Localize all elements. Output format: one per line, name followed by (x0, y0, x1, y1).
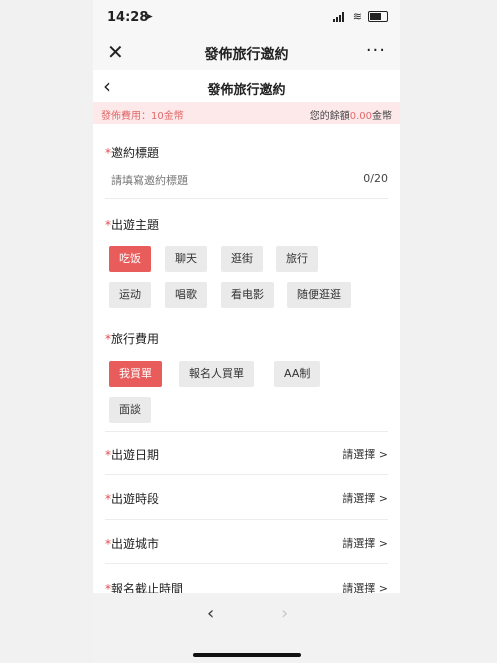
divider (105, 563, 388, 564)
divider (105, 431, 388, 432)
cost-label: *旅行費用 (105, 332, 160, 346)
page-title: 發佈旅行邀約 (207, 83, 286, 98)
location-arrow-icon: ➤ (144, 10, 154, 23)
divider (105, 474, 388, 475)
char-count: 0/20 (363, 172, 388, 185)
time-slot-select[interactable]: 請選擇 > (342, 490, 388, 506)
back-arrow-icon[interactable]: ‹ (207, 603, 214, 624)
theme-tag-kandianying[interactable]: 看电影 (221, 282, 274, 308)
date-select[interactable]: 請選擇 > (342, 446, 388, 462)
city-label: *出遊城市 (105, 537, 160, 551)
theme-tag-lvxing[interactable]: 旅行 (276, 246, 318, 272)
invite-title-placeholder: 請填寫邀約標題 (111, 174, 188, 187)
cost-tag-negotiate[interactable]: 面談 (109, 397, 151, 423)
status-bar: 14:28 ➤ ≋ (93, 0, 400, 34)
theme-tag-changge[interactable]: 唱歌 (165, 282, 207, 308)
forward-arrow-icon[interactable]: › (281, 603, 288, 624)
phone-screen: 14:28 ➤ ≋ ✕ 發佈旅行邀約 ··· ‹ 發佈旅行邀約 發佈費用：10金… (93, 0, 400, 663)
theme-tag-guangjie[interactable]: 逛街 (221, 246, 263, 272)
battery-icon (368, 11, 388, 22)
theme-tag-yundong[interactable]: 运动 (109, 282, 151, 308)
balance-amount: 0.00 (349, 111, 372, 122)
divider (105, 519, 388, 520)
cost-tag-applicant-pays[interactable]: 報名人買單 (179, 361, 254, 387)
status-time: 14:28 (107, 10, 149, 25)
wifi-icon: ≋ (352, 10, 362, 23)
fee-bar: 發佈費用：10金幣 您的餘額0.00金幣 (93, 102, 400, 124)
browser-bottom-bar: ‹ › (93, 593, 400, 663)
signal-icon (332, 11, 347, 22)
wechat-header: ✕ 發佈旅行邀約 ··· (93, 34, 400, 70)
time-slot-label: *出遊時段 (105, 492, 160, 506)
cost-tag-ipay[interactable]: 我買單 (109, 361, 162, 387)
status-icons: ≋ (332, 10, 388, 23)
invite-title-label: *邀約標題 (105, 146, 160, 160)
balance: 您的餘額0.00金幣 (309, 111, 392, 122)
theme-label: *出遊主題 (105, 218, 160, 232)
invite-title-input[interactable]: 請填寫邀約標題 0/20 (111, 172, 388, 188)
more-icon[interactable]: ··· (366, 40, 386, 61)
theme-tag-liaotian[interactable]: 聊天 (165, 246, 207, 272)
date-label: *出遊日期 (105, 448, 160, 462)
theme-tag-suibian[interactable]: 随便逛逛 (287, 282, 351, 308)
wechat-title: 發佈旅行邀約 (204, 47, 289, 63)
city-select[interactable]: 請選擇 > (342, 535, 388, 551)
form-content: *邀約標題 請填寫邀約標題 0/20 *出遊主題 吃饭 聊天 逛街 旅行 运动 … (93, 124, 400, 663)
page-navbar: ‹ 發佈旅行邀約 (93, 70, 400, 102)
divider (105, 198, 388, 199)
home-indicator (193, 653, 301, 657)
theme-tag-chifan[interactable]: 吃饭 (109, 246, 151, 272)
fee-label: 發佈費用：10金幣 (101, 111, 184, 122)
cost-tag-aa[interactable]: AA制 (274, 361, 321, 387)
